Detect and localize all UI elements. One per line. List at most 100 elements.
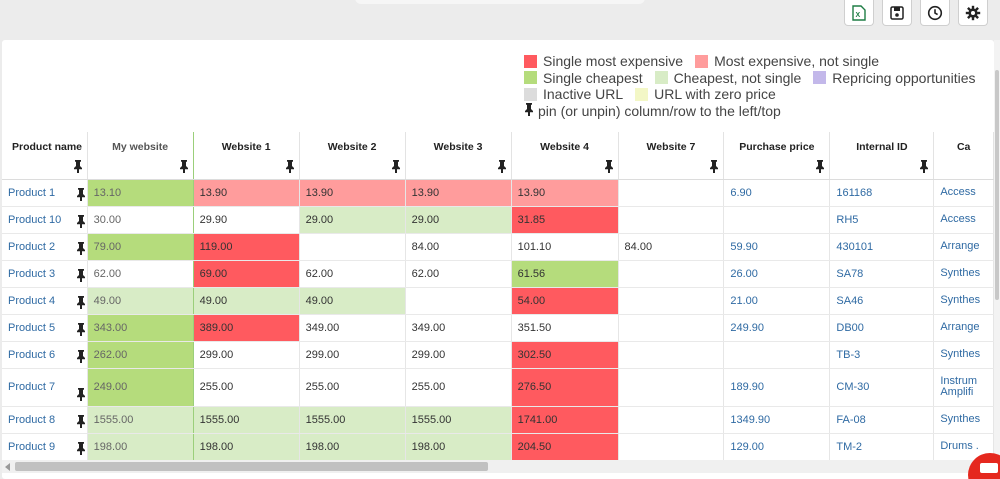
purchase-price-cell[interactable]: 21.00 (723, 287, 831, 315)
my-website-price-cell[interactable]: 198.00 (87, 433, 194, 460)
price-cell[interactable]: 49.00 (193, 287, 300, 315)
category-cell[interactable]: Access (933, 179, 994, 207)
my-website-price-cell[interactable]: 49.00 (87, 287, 194, 315)
pin-row-icon[interactable] (76, 322, 86, 339)
price-cell[interactable]: 198.00 (193, 433, 300, 460)
pin-row-icon[interactable] (76, 214, 86, 231)
pin-row-icon[interactable] (76, 414, 86, 431)
product-name-link[interactable]: Product 1 (8, 187, 55, 199)
price-cell[interactable] (618, 260, 725, 288)
product-name-link[interactable]: Product 5 (8, 322, 55, 334)
pin-column-icon[interactable] (285, 159, 295, 176)
price-cell[interactable] (618, 287, 725, 315)
purchase-price-cell[interactable]: 1349.90 (723, 406, 831, 434)
column-header[interactable]: Website 7 (618, 132, 725, 180)
product-name-link[interactable]: Product 2 (8, 241, 55, 253)
category-cell[interactable]: Synthes (933, 341, 994, 369)
product-name-cell[interactable]: Product 10 (2, 206, 88, 234)
price-cell[interactable]: 299.00 (193, 341, 300, 369)
price-cell[interactable]: 29.00 (299, 206, 406, 234)
column-header[interactable]: Website 3 (405, 132, 512, 180)
price-cell[interactable]: 1741.00 (511, 406, 619, 434)
price-cell[interactable] (618, 406, 725, 434)
product-name-cell[interactable]: Product 2 (2, 233, 88, 261)
purchase-price-cell[interactable]: 6.90 (723, 179, 831, 207)
price-cell[interactable]: 119.00 (193, 233, 300, 261)
product-name-link[interactable]: Product 10 (8, 214, 61, 226)
price-cell[interactable]: 84.00 (618, 233, 725, 261)
vertical-scroll-thumb[interactable] (995, 70, 999, 300)
price-cell[interactable]: 29.00 (405, 206, 512, 234)
internal-id-cell[interactable]: 430101 (829, 233, 935, 261)
internal-id-cell[interactable]: TB-3 (829, 341, 935, 369)
price-cell[interactable]: 198.00 (405, 433, 512, 460)
my-website-price-cell[interactable]: 62.00 (87, 260, 194, 288)
price-cell[interactable]: 349.00 (405, 314, 512, 342)
price-cell[interactable]: 198.00 (299, 433, 406, 460)
category-cell[interactable]: Arrange (933, 314, 994, 342)
price-cell[interactable]: 61.56 (511, 260, 619, 288)
price-cell[interactable]: 101.10 (511, 233, 619, 261)
purchase-price-cell[interactable] (723, 341, 831, 369)
my-website-price-cell[interactable]: 1555.00 (87, 406, 194, 434)
price-cell[interactable] (618, 206, 725, 234)
price-cell[interactable]: 204.50 (511, 433, 619, 460)
price-cell[interactable]: 13.90 (193, 179, 300, 207)
my-website-price-cell[interactable]: 79.00 (87, 233, 194, 261)
price-cell[interactable]: 255.00 (405, 368, 512, 407)
category-cell[interactable]: Arrange (933, 233, 994, 261)
product-name-link[interactable]: Product 7 (8, 381, 55, 393)
product-name-link[interactable]: Product 4 (8, 295, 55, 307)
price-cell[interactable]: 62.00 (299, 260, 406, 288)
product-name-cell[interactable]: Product 7 (2, 368, 88, 407)
product-name-link[interactable]: Product 6 (8, 349, 55, 361)
price-cell[interactable]: 1555.00 (405, 406, 512, 434)
price-cell[interactable]: 31.85 (511, 206, 619, 234)
my-website-price-cell[interactable]: 343.00 (87, 314, 194, 342)
product-name-cell[interactable]: Product 9 (2, 433, 88, 460)
price-cell[interactable] (299, 233, 406, 261)
internal-id-cell[interactable]: FA-08 (829, 406, 935, 434)
category-cell[interactable]: Synthes (933, 287, 994, 315)
pin-column-icon[interactable] (815, 159, 825, 176)
my-website-price-cell[interactable]: 249.00 (87, 368, 194, 407)
pin-column-icon[interactable] (709, 159, 719, 176)
my-website-price-cell[interactable]: 30.00 (87, 206, 194, 234)
category-cell[interactable]: Synthes (933, 406, 994, 434)
price-cell[interactable]: 49.00 (299, 287, 406, 315)
category-cell[interactable]: Access (933, 206, 994, 234)
price-cell[interactable] (618, 433, 725, 460)
history-button[interactable] (920, 0, 950, 26)
vertical-scrollbar[interactable] (994, 40, 1000, 479)
internal-id-cell[interactable]: SA46 (829, 287, 935, 315)
price-cell[interactable] (618, 368, 725, 407)
column-header[interactable]: Ca (933, 132, 994, 180)
internal-id-cell[interactable]: RH5 (829, 206, 935, 234)
price-cell[interactable]: 299.00 (299, 341, 406, 369)
save-button[interactable] (882, 0, 912, 26)
internal-id-cell[interactable]: DB00 (829, 314, 935, 342)
column-header[interactable]: Internal ID (829, 132, 935, 180)
price-cell[interactable]: 13.90 (511, 179, 619, 207)
price-cell[interactable]: 62.00 (405, 260, 512, 288)
column-header[interactable]: Website 2 (299, 132, 406, 180)
price-cell[interactable]: 276.50 (511, 368, 619, 407)
horizontal-scrollbar[interactable] (2, 460, 994, 473)
product-name-cell[interactable]: Product 8 (2, 406, 88, 434)
price-cell[interactable]: 54.00 (511, 287, 619, 315)
column-header[interactable]: Purchase price (723, 132, 831, 180)
column-header[interactable]: My website (87, 132, 194, 180)
product-name-link[interactable]: Product 8 (8, 414, 55, 426)
product-name-cell[interactable]: Product 5 (2, 314, 88, 342)
price-cell[interactable]: 29.90 (193, 206, 300, 234)
category-cell[interactable]: Synthes (933, 260, 994, 288)
pin-column-icon[interactable] (497, 159, 507, 176)
column-header[interactable]: Website 1 (193, 132, 300, 180)
purchase-price-cell[interactable]: 189.90 (723, 368, 831, 407)
product-name-link[interactable]: Product 9 (8, 441, 55, 453)
product-name-cell[interactable]: Product 4 (2, 287, 88, 315)
internal-id-cell[interactable]: SA78 (829, 260, 935, 288)
pin-row-icon[interactable] (76, 295, 86, 312)
product-name-cell[interactable]: Product 1 (2, 179, 88, 207)
settings-button[interactable] (958, 0, 988, 26)
